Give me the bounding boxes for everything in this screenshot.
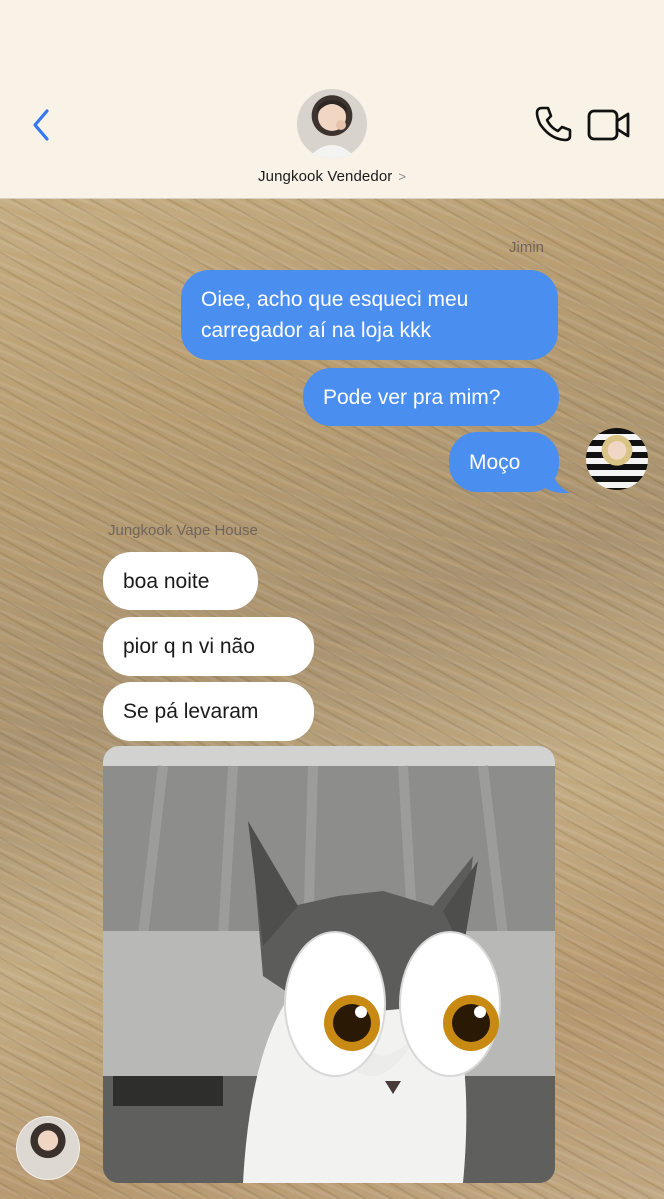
message-text: Se pá levaram: [123, 700, 259, 723]
contact-name: Jungkook Vendedor: [258, 167, 393, 185]
message-text: Moço: [469, 450, 521, 474]
avatar-photo: [307, 100, 357, 159]
video-call-button[interactable]: [586, 106, 632, 144]
sender-avatar-jungkook[interactable]: [16, 1116, 80, 1180]
back-button[interactable]: [26, 106, 56, 144]
sender-name-jimin: Jimin: [509, 239, 545, 256]
message-bubble-outgoing[interactable]: Oiee, acho que esqueci meu carregador aí…: [181, 270, 558, 360]
phone-call-button[interactable]: [532, 103, 574, 145]
message-bubble-outgoing[interactable]: Pode ver pra mim?: [303, 368, 559, 426]
message-bubble-incoming[interactable]: boa noite: [103, 552, 258, 610]
cat-photo: [103, 746, 555, 1183]
message-bubble-incoming[interactable]: Se pá levaram: [103, 682, 314, 741]
contact-avatar[interactable]: [297, 89, 367, 159]
image-attachment[interactable]: [103, 746, 555, 1183]
chat-header: Jungkook Vendedor >: [0, 0, 664, 199]
message-text: Oiee, acho que esqueci meu carregador aí…: [201, 288, 469, 342]
phone-icon: [535, 106, 572, 142]
message-text: Pode ver pra mim?: [323, 385, 501, 409]
chevron-right-icon: >: [398, 168, 406, 184]
message-bubble-incoming[interactable]: pior q n vi não: [103, 617, 314, 676]
bubble-tail: [538, 472, 570, 494]
message-text: boa noite: [123, 569, 210, 593]
chevron-left-icon: [33, 109, 49, 141]
video-camera-icon: [587, 109, 630, 141]
contact-name-button[interactable]: Jungkook Vendedor >: [232, 165, 432, 187]
sender-avatar-jimin[interactable]: [586, 428, 648, 490]
sender-name-jungkook: Jungkook Vape House: [108, 522, 258, 539]
message-text: pior q n vi não: [123, 635, 255, 658]
